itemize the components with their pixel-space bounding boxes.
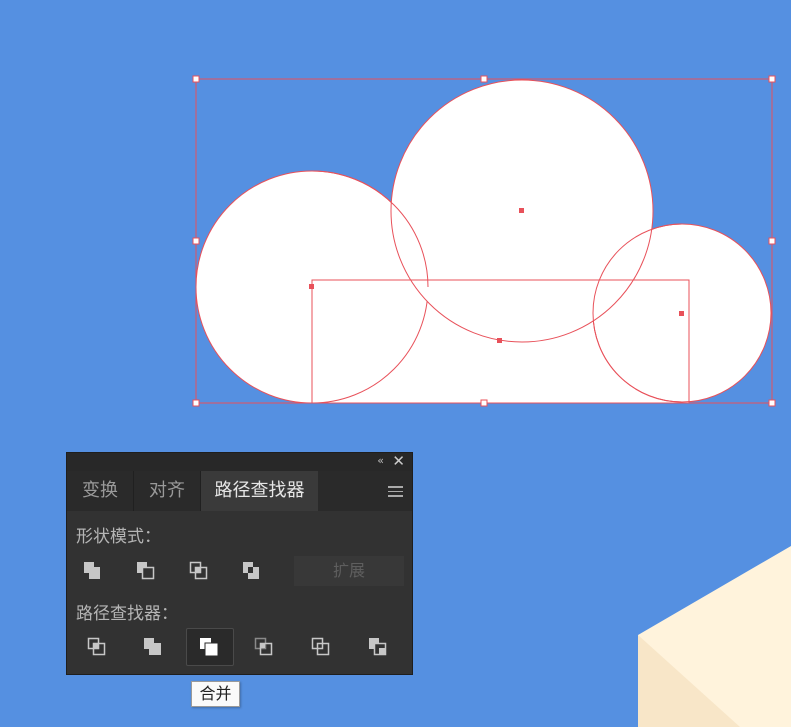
cloud-shape-group[interactable] [195,79,772,404]
merge-icon [200,638,219,657]
trim-button[interactable] [137,629,171,663]
handle-bottom-right[interactable] [768,399,776,407]
unite-button[interactable] [79,554,113,588]
handle-top-left[interactable] [192,75,200,83]
tab-transform[interactable]: 变换 [67,471,133,511]
exclude-button[interactable] [238,554,272,588]
minus-back-button[interactable] [362,629,396,663]
handle-middle-left[interactable] [192,237,200,245]
collapse-double-chevron-icon[interactable]: ‹‹ [377,454,384,467]
outline-icon [311,637,330,656]
minus-front-button[interactable] [132,554,166,588]
anchor-center-right [679,311,684,316]
panel-menu-icon[interactable] [388,486,403,500]
trim-icon [144,638,161,655]
pathfinder-panel: ‹‹ ✕ 变换 对齐 路径查找器 形状模式： 扩展 路径查找器： [66,452,413,675]
tab-pathfinder[interactable]: 路径查找器 [201,471,318,511]
anchor-center-rect [497,338,502,343]
intersect-button[interactable] [185,554,219,588]
handle-top-right[interactable] [768,75,776,83]
panel-title-bar[interactable]: ‹‹ ✕ [67,452,412,471]
anchor-center-left [309,284,314,289]
minus-front-icon [137,562,155,580]
tab-align[interactable]: 对齐 [134,471,200,511]
divide-button[interactable] [81,629,115,663]
handle-middle-right[interactable] [768,237,776,245]
close-icon[interactable]: ✕ [392,452,405,470]
panel-tabs: 变换 对齐 路径查找器 [67,471,412,511]
merge-tooltip: 合并 [191,681,240,707]
shape-modes-label: 形状模式： [76,527,161,547]
divide-icon [87,637,106,656]
crop-icon [254,637,273,656]
unite-icon [84,562,100,579]
minus-back-icon [369,638,387,656]
anchor-center-main [519,208,524,213]
expand-button[interactable]: 扩展 [294,556,404,586]
intersect-icon [189,561,208,580]
pathfinders-label: 路径查找器： [76,604,178,624]
handle-bottom-middle[interactable] [480,399,488,407]
merge-button[interactable] [186,628,234,666]
handle-top-middle[interactable] [480,75,488,83]
exclude-icon [243,562,259,579]
handle-bottom-left[interactable] [192,399,200,407]
crop-button[interactable] [248,629,282,663]
outline-button[interactable] [305,629,339,663]
